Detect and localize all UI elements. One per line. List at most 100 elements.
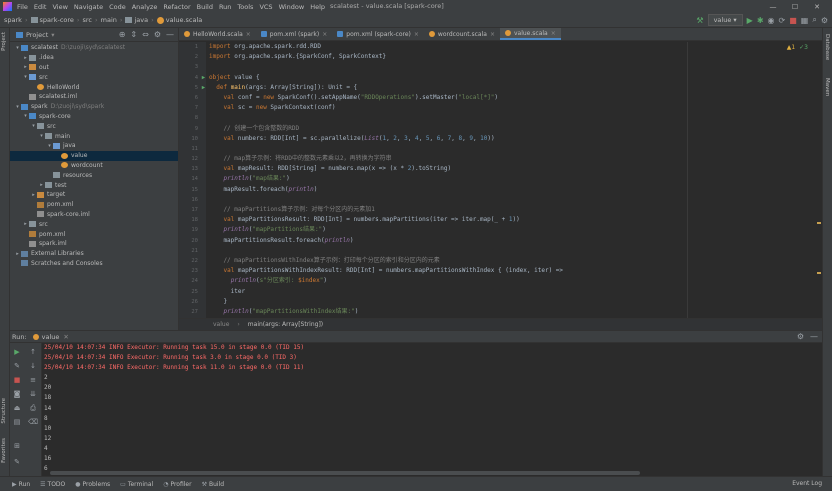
bottom-tab-todo[interactable]: ☰ TODO	[40, 481, 65, 488]
tree-item[interactable]: Scratches and Consoles	[10, 259, 178, 269]
close-tab-icon[interactable]: ×	[551, 30, 556, 37]
soft-wrap-icon[interactable]: ≡	[28, 375, 38, 385]
breadcrumb-main[interactable]: main	[101, 16, 117, 24]
bottom-tab-problems[interactable]: ● Problems	[75, 481, 110, 488]
expand-arrow-icon[interactable]: ▾	[22, 74, 29, 80]
structure-tool-tab[interactable]: Structure	[1, 398, 7, 424]
favorites-tool-tab[interactable]: Favorites	[1, 438, 7, 463]
editor-crumb-object[interactable]: value	[213, 321, 229, 328]
breadcrumb-java[interactable]: java	[134, 16, 148, 24]
expand-arrow-icon[interactable]: ▸	[22, 221, 29, 227]
editor-tab[interactable]: HelloWorld.scala ×	[179, 28, 256, 40]
tree-item[interactable]: ▸ .idea	[10, 53, 178, 63]
tree-item[interactable]: ▾ src	[10, 72, 178, 82]
tree-item[interactable]: ▾ scalatest D:\zuoji\syd\scalatest	[10, 43, 178, 53]
line-number[interactable]: 23	[179, 266, 206, 276]
tree-item[interactable]: ▾ main	[10, 131, 178, 141]
expand-arrow-icon[interactable]: ▸	[22, 55, 29, 61]
debug-icon[interactable]: ✱	[757, 16, 764, 25]
hide-panel-icon[interactable]: —	[166, 30, 174, 39]
gutter-run-icon[interactable]: ▶	[202, 73, 205, 83]
breadcrumb-spark[interactable]: spark	[4, 16, 22, 24]
options-gear-icon[interactable]: ⚙	[154, 30, 161, 39]
expand-arrow-icon[interactable]: ▾	[14, 104, 21, 110]
tree-item[interactable]: ▾ spark D:\zuoji\syd\spark	[10, 102, 178, 112]
profile-icon[interactable]: ⟳	[779, 16, 786, 25]
expand-arrow-icon[interactable]: ▸	[22, 64, 29, 70]
camera-icon[interactable]: ◙	[12, 389, 22, 399]
tree-item[interactable]: pom.xml	[10, 229, 178, 239]
expand-arrow-icon[interactable]: ▸	[38, 182, 45, 188]
line-number[interactable]: 18	[179, 215, 206, 225]
search-everywhere-icon[interactable]: ⌕	[812, 15, 816, 25]
project-tool-tab[interactable]: Project	[1, 32, 7, 51]
menu-analyze[interactable]: Analyze	[129, 3, 161, 11]
line-number[interactable]: 24	[179, 276, 206, 286]
tree-item[interactable]: ▸ External Libraries	[10, 249, 178, 259]
menu-tools[interactable]: Tools	[234, 3, 256, 11]
scroll-down-icon[interactable]: ↓	[28, 361, 38, 371]
line-number[interactable]: 27	[179, 307, 206, 317]
tree-item[interactable]: value	[10, 150, 178, 161]
line-number[interactable]: 1	[179, 42, 206, 52]
wrench-icon[interactable]: ✎	[12, 361, 22, 371]
tree-item[interactable]: resources	[10, 170, 178, 180]
close-tab-icon[interactable]: ×	[490, 31, 495, 38]
expand-arrow-icon[interactable]: ▸	[30, 192, 37, 198]
menu-view[interactable]: View	[49, 3, 70, 11]
scroll-to-end-icon[interactable]: ⇊	[28, 389, 38, 399]
line-number[interactable]: 15	[179, 185, 206, 195]
bottom-tab-build[interactable]: ⚒ Build	[202, 481, 224, 488]
menu-navigate[interactable]: Navigate	[71, 3, 106, 11]
bottom-tab-run[interactable]: ▶ Run	[12, 481, 30, 488]
menu-refactor[interactable]: Refactor	[160, 3, 193, 11]
close-button[interactable]: ✕	[806, 3, 828, 11]
line-number[interactable]: 19	[179, 225, 206, 235]
stop-icon[interactable]: ■	[789, 16, 797, 25]
expand-arrow-icon[interactable]: ▾	[14, 45, 21, 51]
minimize-button[interactable]: —	[762, 3, 784, 11]
line-number[interactable]: 14	[179, 174, 206, 184]
editor-tab[interactable]: pom.xml (spark) ×	[256, 28, 332, 40]
rerun-icon[interactable]: ▶	[12, 347, 22, 357]
line-number[interactable]: 7	[179, 103, 206, 113]
breadcrumb-file[interactable]: value.scala	[166, 16, 203, 24]
line-number[interactable]: 3	[179, 62, 206, 72]
tree-item[interactable]: ▾ java	[10, 141, 178, 151]
line-number[interactable]: 8	[179, 113, 206, 123]
breadcrumb-spark-core[interactable]: spark-core	[40, 16, 74, 24]
line-number[interactable]: 16	[179, 195, 206, 205]
line-number[interactable]: 17	[179, 205, 206, 215]
line-number[interactable]: 10	[179, 134, 206, 144]
tree-item[interactable]: wordcount	[10, 161, 178, 171]
line-number[interactable]: 25	[179, 287, 206, 297]
scroll-up-icon[interactable]: ↑	[28, 347, 38, 357]
expand-arrow-icon[interactable]: ▾	[38, 133, 45, 139]
expand-arrow-icon[interactable]: ▸	[14, 251, 21, 257]
pin-tab-icon[interactable]: ✎	[12, 457, 22, 467]
collapse-all-icon[interactable]: ⇔	[142, 30, 149, 39]
tree-item[interactable]: HelloWorld	[10, 82, 178, 92]
hide-run-panel-icon[interactable]: —	[810, 332, 818, 341]
line-number[interactable]: 5 ▶	[179, 83, 206, 93]
expand-arrow-icon[interactable]: ▾	[30, 123, 37, 129]
line-number[interactable]: 20	[179, 236, 206, 246]
menu-edit[interactable]: Edit	[31, 3, 50, 11]
line-number[interactable]: 9	[179, 124, 206, 134]
tree-item[interactable]: ▸ out	[10, 63, 178, 73]
editor-tab[interactable]: pom.xml (spark-core) ×	[332, 28, 424, 40]
expand-arrow-icon[interactable]: ▾	[22, 113, 29, 119]
project-title[interactable]: Project	[26, 31, 48, 39]
editor-tab[interactable]: value.scala ×	[499, 28, 561, 40]
gutter-run-icon[interactable]: ▶	[202, 83, 205, 93]
console-horizontal-scrollbar[interactable]	[50, 471, 640, 475]
tree-item[interactable]: scalatest.iml	[10, 92, 178, 102]
line-number[interactable]: 11	[179, 144, 206, 154]
run-settings-gear-icon[interactable]: ⚙	[797, 332, 804, 341]
line-number[interactable]: 12	[179, 154, 206, 164]
bottom-tab-terminal[interactable]: ▭ Terminal	[120, 481, 153, 488]
maximize-button[interactable]: ☐	[784, 3, 806, 11]
print-icon[interactable]: ⎙	[28, 403, 38, 413]
tree-item[interactable]: spark.iml	[10, 239, 178, 249]
editor-scrollbar[interactable]	[814, 42, 822, 318]
